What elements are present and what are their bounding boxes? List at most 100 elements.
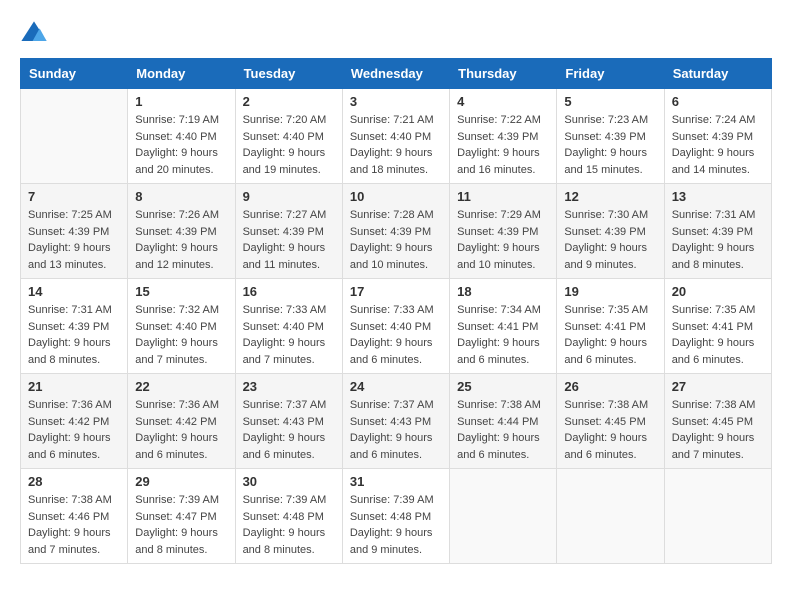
calendar-header-row: SundayMondayTuesdayWednesdayThursdayFrid… — [21, 59, 772, 89]
day-info: Sunrise: 7:34 AMSunset: 4:41 PMDaylight:… — [457, 302, 549, 368]
day-number: 11 — [457, 189, 549, 204]
calendar-cell: 11 Sunrise: 7:29 AMSunset: 4:39 PMDayligh… — [450, 184, 557, 279]
calendar-cell: 10 Sunrise: 7:28 AMSunset: 4:39 PMDayligh… — [342, 184, 449, 279]
day-number: 2 — [243, 94, 335, 109]
day-number: 13 — [672, 189, 764, 204]
day-number: 30 — [243, 474, 335, 489]
weekday-header: Tuesday — [235, 59, 342, 89]
calendar-cell: 9 Sunrise: 7:27 AMSunset: 4:39 PMDaylight… — [235, 184, 342, 279]
day-number: 3 — [350, 94, 442, 109]
day-number: 5 — [564, 94, 656, 109]
calendar-week-row: 14 Sunrise: 7:31 AMSunset: 4:39 PMDayligh… — [21, 279, 772, 374]
calendar-cell: 2 Sunrise: 7:20 AMSunset: 4:40 PMDaylight… — [235, 89, 342, 184]
day-number: 12 — [564, 189, 656, 204]
day-number: 10 — [350, 189, 442, 204]
calendar-cell — [21, 89, 128, 184]
day-number: 28 — [28, 474, 120, 489]
day-info: Sunrise: 7:22 AMSunset: 4:39 PMDaylight:… — [457, 112, 549, 178]
weekday-header: Saturday — [664, 59, 771, 89]
weekday-header: Sunday — [21, 59, 128, 89]
day-number: 14 — [28, 284, 120, 299]
day-number: 9 — [243, 189, 335, 204]
day-info: Sunrise: 7:35 AMSunset: 4:41 PMDaylight:… — [672, 302, 764, 368]
day-number: 20 — [672, 284, 764, 299]
day-number: 4 — [457, 94, 549, 109]
day-info: Sunrise: 7:24 AMSunset: 4:39 PMDaylight:… — [672, 112, 764, 178]
day-info: Sunrise: 7:36 AMSunset: 4:42 PMDaylight:… — [28, 397, 120, 463]
day-info: Sunrise: 7:39 AMSunset: 4:47 PMDaylight:… — [135, 492, 227, 558]
day-number: 27 — [672, 379, 764, 394]
calendar-week-row: 21 Sunrise: 7:36 AMSunset: 4:42 PMDayligh… — [21, 374, 772, 469]
page-header — [20, 20, 772, 48]
day-info: Sunrise: 7:32 AMSunset: 4:40 PMDaylight:… — [135, 302, 227, 368]
calendar-cell: 16Sunrise: 7:33 AMSunset: 4:40 PMDayligh… — [235, 279, 342, 374]
calendar-week-row: 28 Sunrise: 7:38 AMSunset: 4:46 PMDayligh… — [21, 469, 772, 564]
day-number: 15 — [135, 284, 227, 299]
calendar-cell: 22 Sunrise: 7:36 AMSunset: 4:42 PMDayligh… — [128, 374, 235, 469]
calendar-cell — [557, 469, 664, 564]
day-number: 26 — [564, 379, 656, 394]
weekday-header: Friday — [557, 59, 664, 89]
calendar-cell: 3Sunrise: 7:21 AMSunset: 4:40 PMDaylight… — [342, 89, 449, 184]
day-info: Sunrise: 7:36 AMSunset: 4:42 PMDaylight:… — [135, 397, 227, 463]
calendar-cell: 20 Sunrise: 7:35 AMSunset: 4:41 PMDayligh… — [664, 279, 771, 374]
day-info: Sunrise: 7:25 AMSunset: 4:39 PMDaylight:… — [28, 207, 120, 273]
day-info: Sunrise: 7:38 AMSunset: 4:46 PMDaylight:… — [28, 492, 120, 558]
calendar-cell: 5 Sunrise: 7:23 AMSunset: 4:39 PMDaylight… — [557, 89, 664, 184]
calendar-cell: 24Sunrise: 7:37 AMSunset: 4:43 PMDayligh… — [342, 374, 449, 469]
calendar-cell: 18Sunrise: 7:34 AMSunset: 4:41 PMDayligh… — [450, 279, 557, 374]
calendar-week-row: 7Sunrise: 7:25 AMSunset: 4:39 PMDaylight… — [21, 184, 772, 279]
calendar-cell: 6 Sunrise: 7:24 AMSunset: 4:39 PMDaylight… — [664, 89, 771, 184]
day-info: Sunrise: 7:39 AMSunset: 4:48 PMDaylight:… — [243, 492, 335, 558]
calendar-cell: 19 Sunrise: 7:35 AMSunset: 4:41 PMDayligh… — [557, 279, 664, 374]
day-number: 6 — [672, 94, 764, 109]
day-number: 23 — [243, 379, 335, 394]
day-number: 24 — [350, 379, 442, 394]
day-info: Sunrise: 7:27 AMSunset: 4:39 PMDaylight:… — [243, 207, 335, 273]
calendar-cell: 26Sunrise: 7:38 AMSunset: 4:45 PMDayligh… — [557, 374, 664, 469]
calendar-cell: 7Sunrise: 7:25 AMSunset: 4:39 PMDaylight… — [21, 184, 128, 279]
day-info: Sunrise: 7:31 AMSunset: 4:39 PMDaylight:… — [28, 302, 120, 368]
day-number: 16 — [243, 284, 335, 299]
calendar-cell: 17Sunrise: 7:33 AMSunset: 4:40 PMDayligh… — [342, 279, 449, 374]
day-info: Sunrise: 7:30 AMSunset: 4:39 PMDaylight:… — [564, 207, 656, 273]
day-number: 25 — [457, 379, 549, 394]
day-info: Sunrise: 7:28 AMSunset: 4:39 PMDaylight:… — [350, 207, 442, 273]
day-info: Sunrise: 7:26 AMSunset: 4:39 PMDaylight:… — [135, 207, 227, 273]
day-number: 1 — [135, 94, 227, 109]
logo — [20, 20, 50, 48]
day-number: 21 — [28, 379, 120, 394]
day-info: Sunrise: 7:33 AMSunset: 4:40 PMDaylight:… — [350, 302, 442, 368]
day-info: Sunrise: 7:31 AMSunset: 4:39 PMDaylight:… — [672, 207, 764, 273]
day-number: 22 — [135, 379, 227, 394]
calendar-cell: 15 Sunrise: 7:32 AMSunset: 4:40 PMDayligh… — [128, 279, 235, 374]
calendar-week-row: 1Sunrise: 7:19 AMSunset: 4:40 PMDaylight… — [21, 89, 772, 184]
calendar-cell: 14 Sunrise: 7:31 AMSunset: 4:39 PMDayligh… — [21, 279, 128, 374]
calendar-cell: 13 Sunrise: 7:31 AMSunset: 4:39 PMDayligh… — [664, 184, 771, 279]
calendar-cell: 21 Sunrise: 7:36 AMSunset: 4:42 PMDayligh… — [21, 374, 128, 469]
weekday-header: Thursday — [450, 59, 557, 89]
day-number: 8 — [135, 189, 227, 204]
calendar-cell: 12 Sunrise: 7:30 AMSunset: 4:39 PMDayligh… — [557, 184, 664, 279]
day-info: Sunrise: 7:35 AMSunset: 4:41 PMDaylight:… — [564, 302, 656, 368]
calendar-cell: 1Sunrise: 7:19 AMSunset: 4:40 PMDaylight… — [128, 89, 235, 184]
day-number: 19 — [564, 284, 656, 299]
calendar-cell: 27Sunrise: 7:38 AMSunset: 4:45 PMDayligh… — [664, 374, 771, 469]
calendar-cell: 23 Sunrise: 7:37 AMSunset: 4:43 PMDayligh… — [235, 374, 342, 469]
calendar-cell: 31Sunrise: 7:39 AMSunset: 4:48 PMDayligh… — [342, 469, 449, 564]
calendar-cell: 28 Sunrise: 7:38 AMSunset: 4:46 PMDayligh… — [21, 469, 128, 564]
day-info: Sunrise: 7:38 AMSunset: 4:44 PMDaylight:… — [457, 397, 549, 463]
day-number: 29 — [135, 474, 227, 489]
day-info: Sunrise: 7:29 AMSunset: 4:39 PMDaylight:… — [457, 207, 549, 273]
weekday-header: Monday — [128, 59, 235, 89]
day-info: Sunrise: 7:37 AMSunset: 4:43 PMDaylight:… — [243, 397, 335, 463]
calendar-cell — [664, 469, 771, 564]
weekday-header: Wednesday — [342, 59, 449, 89]
day-info: Sunrise: 7:23 AMSunset: 4:39 PMDaylight:… — [564, 112, 656, 178]
day-info: Sunrise: 7:20 AMSunset: 4:40 PMDaylight:… — [243, 112, 335, 178]
logo-icon — [20, 20, 48, 48]
calendar-cell: 8 Sunrise: 7:26 AMSunset: 4:39 PMDaylight… — [128, 184, 235, 279]
calendar-cell — [450, 469, 557, 564]
calendar-table: SundayMondayTuesdayWednesdayThursdayFrid… — [20, 58, 772, 564]
calendar-cell: 29 Sunrise: 7:39 AMSunset: 4:47 PMDayligh… — [128, 469, 235, 564]
